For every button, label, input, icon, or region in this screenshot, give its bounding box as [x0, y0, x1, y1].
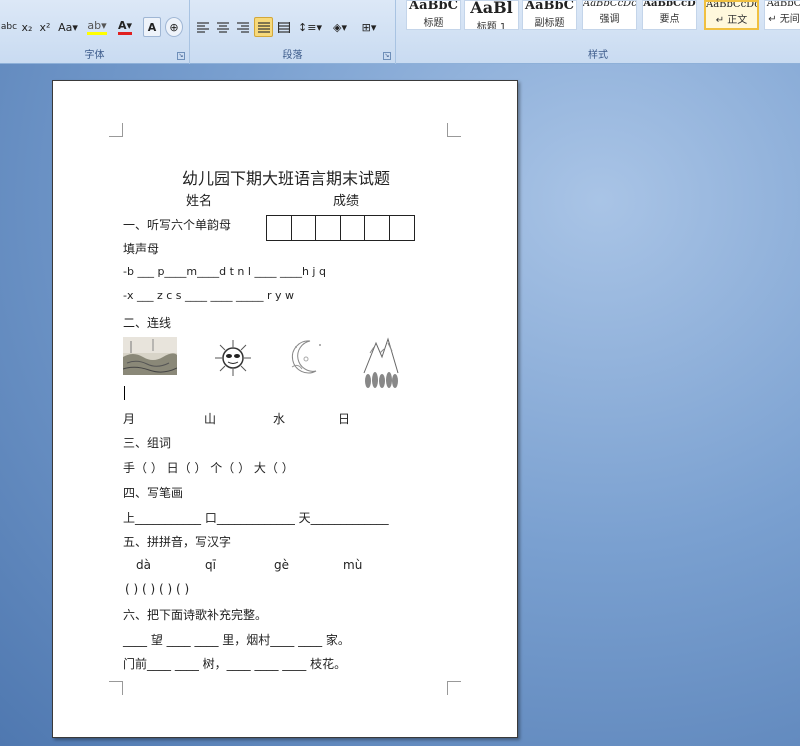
style-name: ↵ 正文 [715, 15, 748, 26]
style-name: ↵ 无间 [768, 14, 800, 25]
style-sample: AaBbCcDc [706, 0, 759, 10]
answer-box [292, 216, 316, 240]
mountain-picture [360, 333, 402, 391]
style-heading-1[interactable]: AaBl 标题 1 [464, 0, 519, 30]
style-emphasis[interactable]: AaBbCcDc 强调 [582, 0, 637, 30]
pinyin-qi: qī [205, 558, 216, 572]
font-dialog-launcher[interactable]: ↘ [177, 52, 185, 60]
strikethrough-button[interactable]: abc [0, 17, 18, 37]
style-no-spacing[interactable]: AaBbC ↵ 无间 [764, 0, 800, 30]
paragraph-group-label: 段落 [282, 50, 303, 61]
highlighter-icon: ab▾ [87, 19, 107, 35]
change-case-button[interactable]: Aa▾ [55, 17, 81, 37]
question-1-heading: 一、听写六个单韵母 [123, 218, 232, 232]
style-name: 要点 [659, 14, 680, 25]
question-4-heading: 四、写笔画 [123, 486, 184, 500]
styles-group-label: 样式 [588, 50, 608, 61]
question-6-line-1: ____ 望 ____ ____ 里，烟村____ ____ 家。 [123, 633, 350, 647]
style-sample: AaBbC [409, 0, 458, 13]
shading-button[interactable]: ◈▾ [327, 17, 353, 37]
question-5-brackets: ( ) ( ) ( ) ( ) [125, 582, 190, 596]
style-title[interactable]: AaBbC 标题 [406, 0, 461, 30]
pinyin-da: dà [136, 558, 151, 572]
styles-group: AaBbC 标题 AaBl 标题 1 AaBbC 副标题 AaBbCcDc 强调… [396, 0, 800, 64]
style-subtitle[interactable]: AaBbC 副标题 [522, 0, 577, 30]
text-cursor [124, 386, 125, 400]
style-name: 标题 1 [476, 22, 507, 30]
style-name: 副标题 [534, 18, 565, 29]
justify-icon [257, 21, 270, 33]
pinyin-ge: gè [274, 558, 289, 572]
question-3-heading: 三、组词 [123, 436, 172, 450]
align-left-button[interactable] [194, 17, 212, 37]
superscript-button[interactable]: x² [36, 17, 54, 37]
align-right-button[interactable] [234, 17, 252, 37]
style-normal[interactable]: AaBbCcDc ↵ 正文 [704, 0, 759, 30]
moon-picture [286, 337, 326, 377]
match-word-sun: 日 [338, 412, 351, 426]
paragraph-dialog-launcher[interactable]: ↘ [383, 52, 391, 60]
ribbon: abc x₂ x² Aa▾ ab▾ A▾ A ⊕ 字体 ↘ ↕≡▾ ◈▾ ⊞▾ … [0, 0, 800, 64]
question-2-heading: 二、连线 [123, 316, 172, 330]
highlight-color-button[interactable]: ab▾ [84, 17, 110, 37]
align-center-button[interactable] [214, 17, 232, 37]
paint-bucket-icon: ◈▾ [333, 20, 347, 34]
align-center-icon [217, 21, 229, 33]
document-title: 幼儿园下期大班语言期末试题 [181, 169, 390, 188]
paragraph-group: ↕≡▾ ◈▾ ⊞▾ 段落 ↘ [190, 0, 396, 64]
margin-mark-top-right [447, 123, 461, 137]
pinyin-mu: mù [343, 558, 363, 572]
margin-mark-bottom-left [109, 681, 123, 695]
font-color-icon: A▾ [117, 19, 133, 35]
style-sample: AaBbC [766, 0, 800, 9]
question-6-heading: 六、把下面诗歌补充完整。 [123, 608, 268, 622]
match-word-moon: 月 [123, 412, 136, 426]
answer-box [365, 216, 390, 240]
character-shading-button[interactable]: A [143, 17, 161, 37]
style-name: 标题 [423, 18, 444, 29]
line-spacing-icon: ↕≡▾ [298, 20, 322, 34]
subscript-button[interactable]: x₂ [18, 17, 36, 37]
question-1-subheading: 填声母 [123, 242, 160, 256]
water-picture [122, 337, 178, 375]
style-sample: AaBbCcD [643, 0, 696, 9]
line-spacing-button[interactable]: ↕≡▾ [297, 17, 323, 37]
answer-box [390, 216, 415, 240]
font-color-button[interactable]: A▾ [112, 17, 138, 37]
name-label: 姓名 [186, 194, 213, 209]
align-right-icon [237, 21, 249, 33]
borders-icon: ⊞▾ [361, 20, 377, 34]
score-label: 成绩 [333, 194, 360, 209]
question-5-heading: 五、拼拼音，写汉字 [123, 535, 232, 549]
answer-box [267, 216, 292, 240]
match-word-water: 水 [273, 412, 286, 426]
question-1-line-1: -b ___ p____m____d t n l ____ ____h j q [123, 265, 326, 278]
distributed-button[interactable] [275, 17, 293, 37]
answer-box [316, 216, 341, 240]
style-name: 强调 [599, 14, 620, 25]
style-strong[interactable]: AaBbCcD 要点 [642, 0, 697, 30]
enclose-characters-button[interactable]: ⊕ [165, 17, 183, 37]
document-page[interactable]: 幼儿园下期大班语言期末试题 姓名 成绩 一、听写六个单韵母 填声母 -b ___… [52, 80, 518, 738]
margin-mark-bottom-right [447, 681, 461, 695]
distributed-icon [278, 21, 290, 33]
question-4-line: 上___________ 口_____________ 天___________… [123, 511, 389, 525]
sun-picture [213, 339, 253, 377]
match-word-mountain: 山 [204, 412, 217, 426]
style-sample: AaBbC [525, 0, 574, 13]
answer-boxes [266, 215, 415, 241]
style-sample: AaBbCcDc [583, 0, 637, 9]
question-1-line-2: -x ___ z c s ____ ____ _____ r y w [123, 289, 295, 302]
justify-button[interactable] [254, 17, 273, 37]
align-left-icon [197, 21, 209, 33]
borders-button[interactable]: ⊞▾ [356, 17, 382, 37]
font-group: abc x₂ x² Aa▾ ab▾ A▾ A ⊕ 字体 ↘ [0, 0, 190, 64]
style-sample: AaBl [470, 0, 513, 17]
margin-mark-top-left [109, 123, 123, 137]
question-3-line: 手（ ） 日（ ） 个（ ） 大（ ） [123, 461, 294, 475]
answer-box [341, 216, 365, 240]
font-group-label: 字体 [84, 50, 105, 61]
question-6-line-2: 门前____ ____ 树，____ ____ ____ 枝花。 [123, 657, 347, 671]
